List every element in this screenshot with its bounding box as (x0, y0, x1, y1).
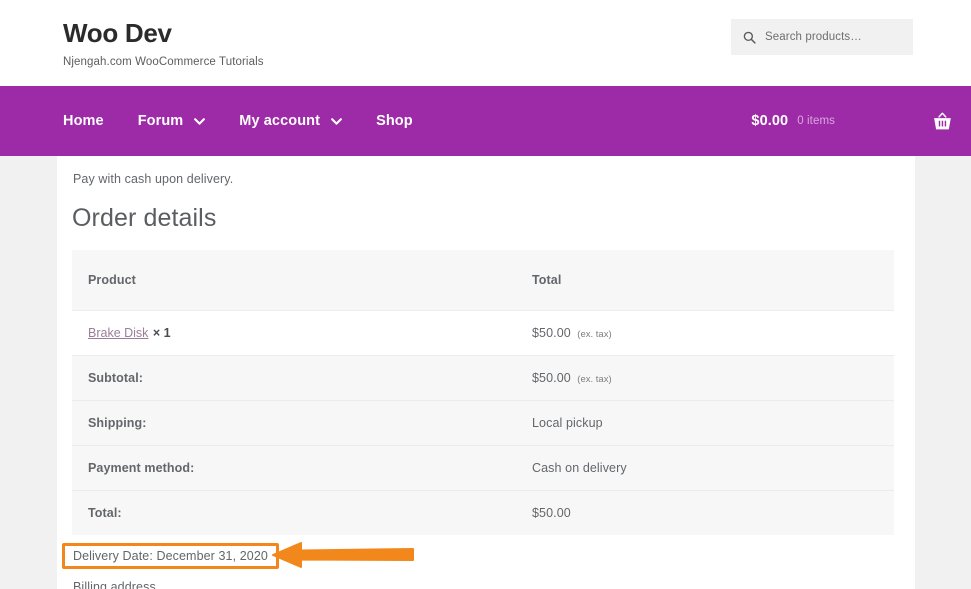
shopping-basket-icon[interactable] (932, 111, 953, 132)
product-cell: Brake Disk × 1 (72, 310, 532, 356)
chevron-down-icon[interactable] (331, 117, 342, 125)
row-label: Shipping: (88, 416, 147, 430)
nav-item-label: My account (239, 113, 321, 129)
column-header-label: Product (88, 273, 136, 287)
nav-item-shop[interactable]: Shop (376, 113, 413, 129)
site-header: Woo Dev Njengah.com WooCommerce Tutorial… (0, 0, 971, 86)
nav-item-label: Forum (137, 113, 184, 129)
chevron-down-icon[interactable] (194, 117, 206, 125)
table-row: Total: $50.00 (72, 490, 894, 535)
amount-value: $50.00 (532, 371, 571, 385)
nav-item-forum[interactable]: Forum (138, 113, 206, 129)
table-row: Brake Disk × 1 $50.00 (ex. tax) (72, 310, 894, 356)
primary-navigation-bar: Home Forum My account Shop $0.00 0 items (0, 86, 971, 156)
delivery-date-highlight: Delivery Date: December 31, 2020 (62, 543, 279, 569)
subtotal-value-cell: $50.00 (ex. tax) (532, 355, 894, 401)
tax-note: (ex. tax) (577, 374, 612, 385)
main-content-column: Pay with cash upon delivery. Order detai… (57, 156, 915, 589)
delivery-date-text: Delivery Date: December 31, 2020 (73, 549, 268, 563)
nav-item-my-account[interactable]: My account (239, 113, 342, 129)
cart-total-amount: $0.00 (751, 113, 789, 129)
annotation-arrow-icon (272, 542, 414, 568)
nav-item-label: Home (63, 113, 104, 129)
total-value-cell: $50.00 (532, 490, 894, 535)
product-total-cell: $50.00 (ex. tax) (532, 310, 894, 356)
cut-off-text-line: Billing address (73, 580, 156, 589)
cart-item-count: 0 items (797, 115, 835, 127)
site-tagline: Njengah.com WooCommerce Tutorials (63, 56, 264, 68)
site-title[interactable]: Woo Dev (63, 18, 264, 48)
shipping-label-cell: Shipping: (72, 400, 532, 446)
product-link[interactable]: Brake Disk (88, 326, 148, 340)
order-details-heading: Order details (72, 204, 217, 232)
table-row: Subtotal: $50.00 (ex. tax) (72, 355, 894, 401)
nav-menu: Home Forum My account Shop (63, 86, 413, 156)
product-quantity: × 1 (152, 326, 171, 340)
order-details-table: Product Total Brake Disk × 1 $50.00 (ex.… (72, 250, 894, 535)
column-header-product: Product (72, 250, 532, 311)
row-label: Payment method: (88, 461, 195, 475)
table-header-row: Product Total (72, 250, 894, 311)
table-row: Shipping: Local pickup (72, 400, 894, 446)
product-search-box[interactable] (731, 19, 913, 55)
row-label: Total: (88, 506, 122, 520)
tax-note: (ex. tax) (577, 329, 612, 340)
payment-method-label-cell: Payment method: (72, 445, 532, 491)
shipping-value-cell: Local pickup (532, 400, 894, 446)
cart-summary[interactable]: $0.00 0 items (751, 86, 953, 156)
shipping-method-value: Local pickup (532, 416, 603, 430)
payment-method-value-cell: Cash on delivery (532, 445, 894, 491)
nav-item-home[interactable]: Home (63, 113, 104, 129)
amount-value: $50.00 (532, 506, 571, 520)
payment-method-value: Cash on delivery (532, 461, 627, 475)
site-branding: Woo Dev Njengah.com WooCommerce Tutorial… (63, 18, 264, 70)
amount-value: $50.00 (532, 326, 571, 340)
nav-item-label: Shop (376, 113, 413, 129)
search-input[interactable] (765, 27, 905, 47)
row-label: Subtotal: (88, 371, 144, 385)
page-root: Woo Dev Njengah.com WooCommerce Tutorial… (0, 0, 971, 589)
column-header-total: Total (532, 250, 894, 311)
subtotal-label-cell: Subtotal: (72, 355, 532, 401)
column-header-label: Total (532, 273, 562, 287)
total-label-cell: Total: (72, 490, 532, 535)
payment-note: Pay with cash upon delivery. (73, 172, 234, 186)
table-row: Payment method: Cash on delivery (72, 445, 894, 491)
search-icon (743, 31, 756, 44)
